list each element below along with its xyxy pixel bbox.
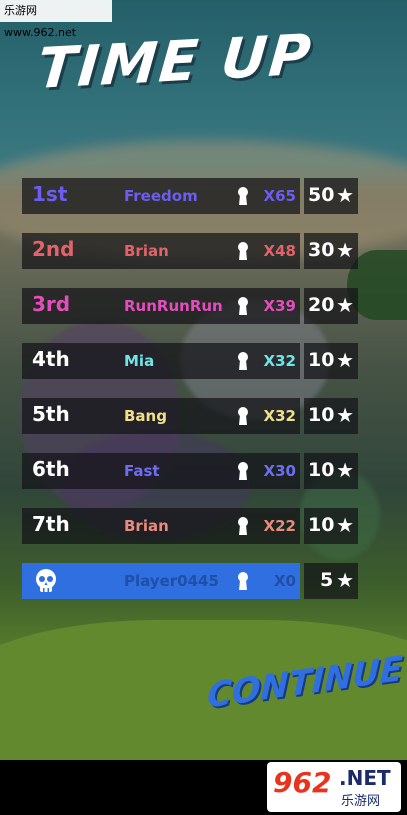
kill-count: X65: [263, 187, 296, 205]
score-value: 20: [308, 294, 335, 316]
rank-label: 3rd: [32, 292, 71, 316]
player-name: RunRunRun: [124, 297, 223, 315]
kill-count: X30: [263, 462, 296, 480]
score-value: 5: [320, 569, 334, 591]
keyhole-icon: [237, 462, 249, 480]
logo-number: 962: [273, 766, 332, 799]
rank-label: 6th: [32, 457, 70, 481]
keyhole-icon: [237, 407, 249, 425]
star-icon: ★: [336, 348, 354, 372]
kill-count: X32: [263, 352, 296, 370]
score-value: 30: [308, 239, 335, 261]
kill-count: X32: [263, 407, 296, 425]
score-box: 5 ★: [304, 563, 358, 599]
star-icon: ★: [336, 293, 354, 317]
keyhole-icon: [237, 572, 249, 590]
player-name: Mia: [124, 352, 155, 370]
logo-net: .NET: [339, 766, 391, 790]
score-value: 10: [308, 349, 335, 371]
player-name: Player0445: [124, 572, 219, 590]
leaderboard-row: 7th Brian X22: [22, 508, 300, 544]
score-value: 10: [308, 404, 335, 426]
player-name: Brian: [124, 517, 169, 535]
player-name: Freedom: [124, 187, 198, 205]
star-icon: ★: [336, 568, 354, 592]
player-name: Brian: [124, 242, 169, 260]
rank-label: 7th: [32, 512, 70, 536]
site-logo: 962 .NET 乐游网: [267, 762, 401, 812]
keyhole-icon: [237, 352, 249, 370]
score-box: 20 ★: [304, 288, 358, 324]
watermark-top: 乐游网 www.962.net: [0, 0, 112, 39]
logo-chinese: 乐游网: [341, 794, 381, 809]
score-box: 10 ★: [304, 398, 358, 434]
kill-count: X22: [263, 517, 296, 535]
star-icon: ★: [336, 513, 354, 537]
score-box: 50 ★: [304, 178, 358, 214]
kill-count: X39: [263, 297, 296, 315]
skull-icon: [32, 567, 60, 595]
star-icon: ★: [336, 238, 354, 262]
score-box: 10 ★: [304, 453, 358, 489]
player-name: Bang: [124, 407, 167, 425]
leaderboard-row: 2nd Brian X48: [22, 233, 300, 269]
player-name: Fast: [124, 462, 160, 480]
leaderboard-row: 5th Bang X32: [22, 398, 300, 434]
score-value: 10: [308, 514, 335, 536]
star-icon: ★: [336, 403, 354, 427]
rank-label: 4th: [32, 347, 70, 371]
keyhole-icon: [237, 187, 249, 205]
score-value: 50: [308, 184, 335, 206]
keyhole-icon: [237, 297, 249, 315]
leaderboard-row: 1st Freedom X65: [22, 178, 300, 214]
star-icon: ★: [336, 458, 354, 482]
score-box: 10 ★: [304, 343, 358, 379]
score-box: 10 ★: [304, 508, 358, 544]
leaderboard-row: 3rd RunRunRun X39: [22, 288, 300, 324]
kill-count: X48: [263, 242, 296, 260]
rank-label: 5th: [32, 402, 70, 426]
keyhole-icon: [237, 517, 249, 535]
score-box: 30 ★: [304, 233, 358, 269]
player-row: Player0445 X0: [22, 563, 300, 599]
score-value: 10: [308, 459, 335, 481]
rank-label: 1st: [32, 182, 68, 206]
leaderboard-row: 6th Fast X30: [22, 453, 300, 489]
keyhole-icon: [237, 242, 249, 260]
leaderboard-row: 4th Mia X32: [22, 343, 300, 379]
rank-label: 2nd: [32, 237, 75, 261]
star-icon: ★: [336, 183, 354, 207]
kill-count: X0: [273, 572, 296, 590]
